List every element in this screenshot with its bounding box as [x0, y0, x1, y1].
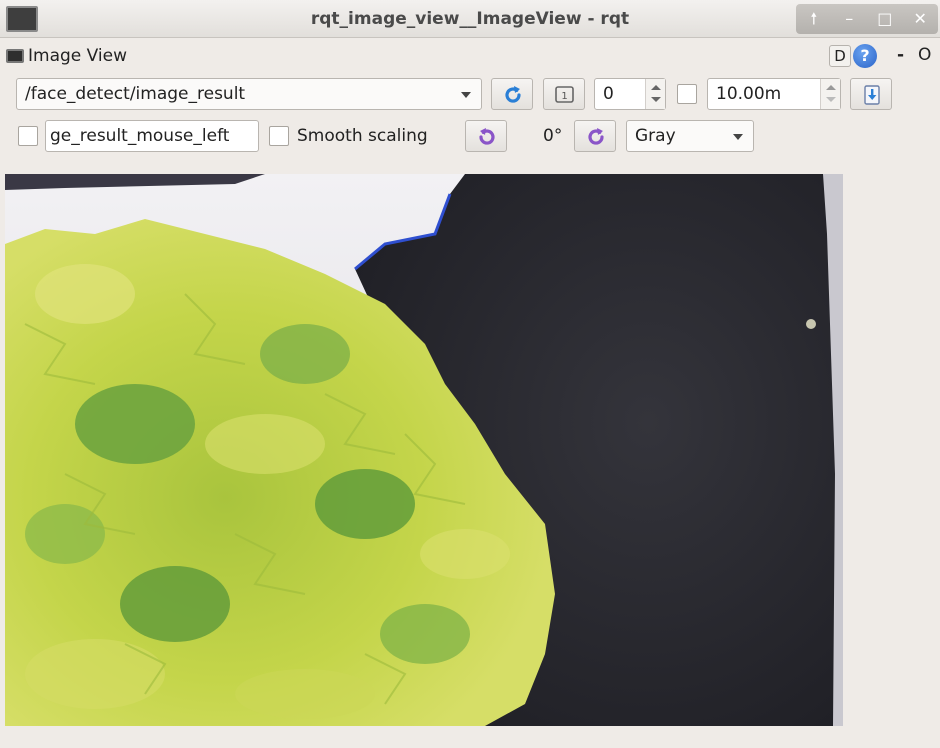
refresh-button[interactable] — [491, 78, 533, 110]
color-scheme-select[interactable]: Gray — [626, 120, 754, 152]
plugin-title: Image View — [28, 46, 127, 66]
zoom-one-icon: 1 — [555, 86, 574, 103]
keep-above-icon[interactable]: 🠕 — [801, 6, 827, 32]
timeout-spinbox[interactable]: 10.00m — [707, 78, 841, 110]
window-controls: 🠕 – □ ✕ — [796, 4, 938, 34]
minimize-icon[interactable]: – — [836, 6, 862, 32]
rotate-right-button[interactable] — [574, 120, 616, 152]
chevron-down-icon — [461, 92, 471, 98]
smooth-scaling-checkbox[interactable] — [269, 126, 289, 146]
smooth-scaling-label: Smooth scaling — [297, 126, 428, 146]
queue-size-value: 0 — [603, 84, 614, 104]
refresh-icon — [505, 86, 521, 103]
chevron-down-icon — [733, 134, 743, 140]
zoom-one-button[interactable]: 1 — [543, 78, 585, 110]
rotate-ccw-icon — [479, 128, 495, 145]
minimize-plugin-button[interactable]: - — [897, 45, 904, 65]
mouse-topic-input[interactable]: ge_result_mouse_left — [45, 120, 259, 152]
spin-arrows[interactable] — [645, 79, 665, 109]
spin-arrows[interactable] — [820, 79, 840, 109]
mouse-topic-value: ge_result_mouse_left — [50, 126, 230, 146]
camera-image — [5, 174, 843, 726]
mouse-publish-checkbox[interactable] — [18, 126, 38, 146]
topic-value: /face_detect/image_result — [25, 84, 246, 104]
save-icon — [864, 85, 880, 105]
close-plugin-button[interactable]: O — [918, 45, 931, 65]
title-bar: rqt_image_view__ImageView - rqt 🠕 – □ ✕ — [0, 0, 940, 38]
queue-size-spinbox[interactable]: 0 — [594, 78, 666, 110]
image-view-icon — [6, 49, 24, 63]
maximize-icon[interactable]: □ — [872, 6, 898, 32]
rotate-cw-icon — [588, 128, 604, 145]
save-image-button[interactable] — [850, 78, 892, 110]
svg-text:1: 1 — [561, 91, 567, 102]
rotate-left-button[interactable] — [465, 120, 507, 152]
plugin-header: Image View D ? - O — [0, 38, 940, 72]
timeout-value: 10.00m — [716, 84, 782, 104]
topic-select[interactable]: /face_detect/image_result — [16, 78, 482, 110]
timeout-checkbox[interactable] — [677, 84, 697, 104]
image-display[interactable] — [5, 174, 843, 726]
rotation-label: 0° — [543, 126, 563, 146]
dock-button[interactable]: D — [829, 45, 851, 67]
close-icon[interactable]: ✕ — [907, 6, 933, 32]
color-scheme-value: Gray — [635, 126, 676, 146]
help-button[interactable]: ? — [853, 44, 877, 68]
